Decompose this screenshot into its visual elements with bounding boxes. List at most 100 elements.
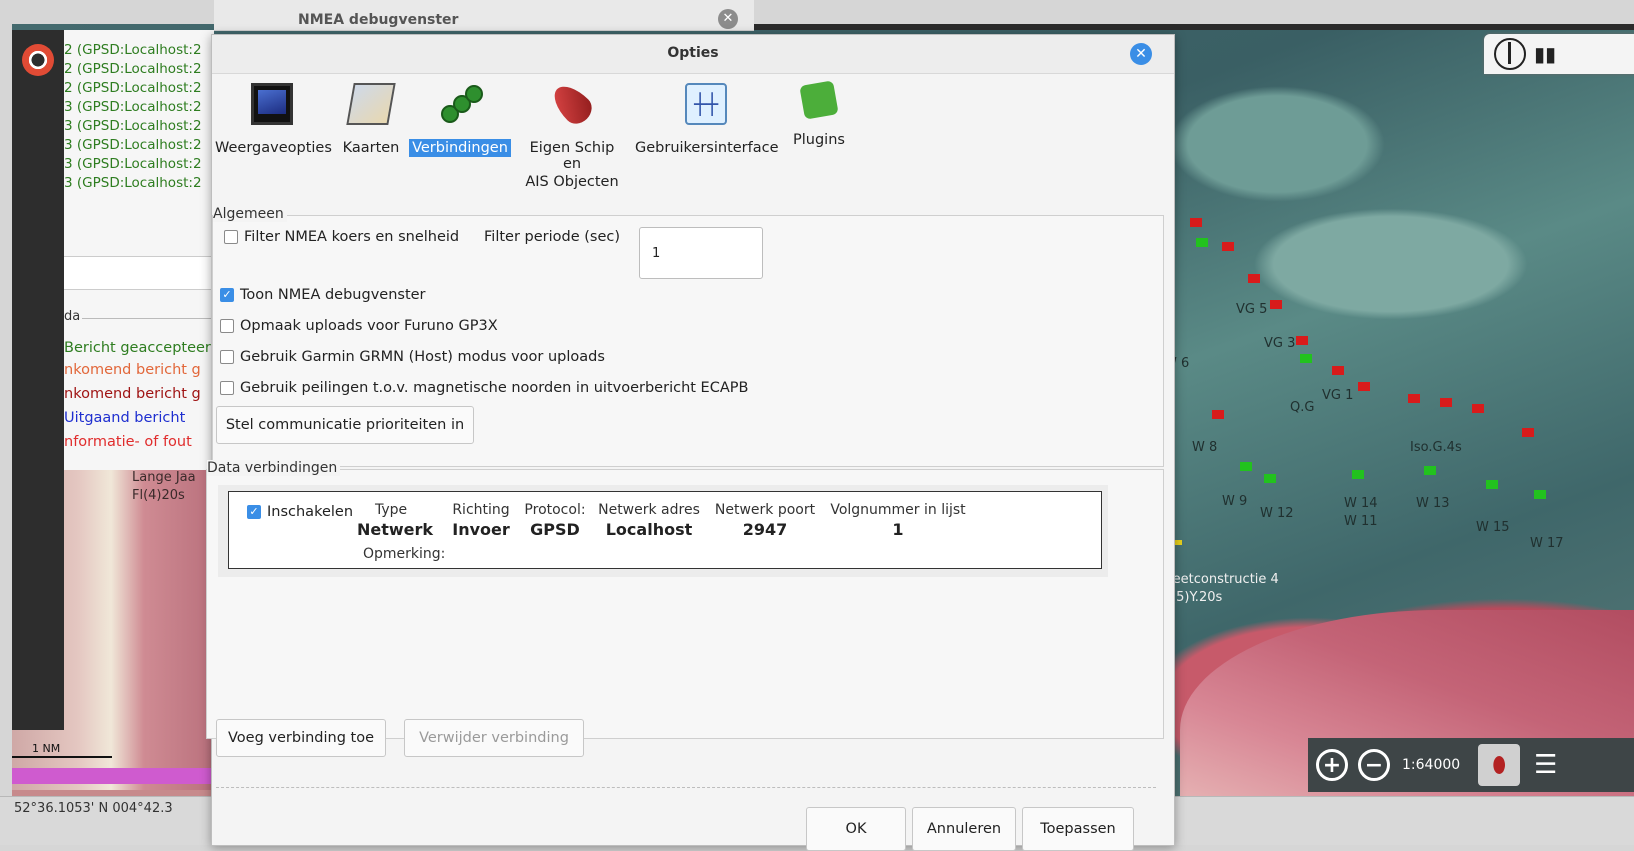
red-buoy[interactable] xyxy=(1522,428,1534,437)
red-buoy[interactable] xyxy=(1212,410,1224,419)
zoom-in-icon[interactable]: + xyxy=(1316,749,1348,781)
chart-top-strip xyxy=(740,24,1634,30)
column-value: 1 xyxy=(892,520,904,539)
column-header: Netwerk poort xyxy=(714,502,816,518)
column-value: 2947 xyxy=(742,520,788,539)
red-buoy[interactable] xyxy=(1472,404,1484,413)
tab-weergaveopties[interactable]: Weergaveopties xyxy=(212,83,332,157)
add-connection-button[interactable]: Voeg verbinding toe xyxy=(216,719,386,757)
chart-label: Lange Jaa xyxy=(132,470,196,485)
legend-item: nkomend bericht g xyxy=(64,386,201,402)
filter-period-text: Filter periode (sec) xyxy=(484,229,621,245)
column-header: Volgnummer in lijst xyxy=(830,502,966,518)
legend-item: nformatie- of fout xyxy=(64,434,192,450)
tab-plugins[interactable]: Plugins xyxy=(784,80,854,149)
chart-label: Iso.G.4s xyxy=(1410,440,1462,455)
sliders-icon: ┼┼ xyxy=(685,83,727,125)
dialog-title: Opties xyxy=(667,45,719,61)
green-buoy[interactable] xyxy=(1424,466,1436,475)
checkbox-box[interactable] xyxy=(224,230,238,244)
menu-icon[interactable]: ☰ xyxy=(1534,750,1557,780)
tab-gebruikersinterface[interactable]: ┼┼ Gebruikersinterface xyxy=(632,83,780,157)
dialog-separator xyxy=(216,787,1156,788)
debug-line: 2 (GPSD:Localhost:2 xyxy=(64,61,202,77)
ok-button[interactable]: OK xyxy=(806,807,906,851)
checkbox-label: Inschakelen xyxy=(267,504,354,520)
column-header: Netwerk adres xyxy=(598,502,700,518)
column-value: Invoer xyxy=(452,520,510,539)
green-buoy[interactable] xyxy=(1534,490,1546,499)
remove-connection-button[interactable]: Verwijder verbinding xyxy=(404,719,584,757)
column-address: Netwerk adres Localhost xyxy=(593,502,705,539)
legend-item: nkomend bericht g xyxy=(64,362,201,378)
red-buoy[interactable] xyxy=(1408,394,1420,403)
chart-map-icon xyxy=(346,83,396,125)
red-buoy[interactable] xyxy=(1332,366,1344,375)
tab-kaarten[interactable]: Kaarten xyxy=(336,83,406,157)
compass-icon[interactable] xyxy=(1494,38,1526,70)
red-buoy[interactable] xyxy=(1270,300,1282,309)
show-nmea-debug-checkbox[interactable]: ✓ Toon NMEA debugvenster xyxy=(220,287,426,303)
filter-period-input[interactable]: 1 xyxy=(639,227,763,279)
signal-bars-icon[interactable]: ▮▮ xyxy=(1534,42,1556,66)
green-buoy[interactable] xyxy=(1300,354,1312,363)
tab-eigen-schip[interactable]: Eigen Schip en AIS Objecten xyxy=(516,78,628,191)
chart-label: W 8 xyxy=(1192,440,1218,455)
green-buoy[interactable] xyxy=(1240,462,1252,471)
cancel-button[interactable]: Annuleren xyxy=(912,807,1016,851)
chart-label: meetconstructie 4 xyxy=(1160,572,1279,587)
zoom-toolbar: + − 1:64000 ⬮ ☰ xyxy=(1308,738,1634,792)
chart-label: VG 5 xyxy=(1236,302,1268,317)
debug-legend: da xyxy=(64,309,214,324)
red-buoy[interactable] xyxy=(1440,398,1452,407)
red-buoy[interactable] xyxy=(1296,336,1308,345)
priority-button[interactable]: Stel communicatie prioriteiten in xyxy=(216,406,474,444)
enable-connection-checkbox[interactable]: ✓ Inschakelen xyxy=(247,504,353,520)
debug-input-box[interactable] xyxy=(64,256,214,290)
chart-label: W 17 xyxy=(1530,536,1564,551)
connections-icon xyxy=(439,83,483,125)
checkbox-box[interactable] xyxy=(220,319,234,333)
debug-line: 2 (GPSD:Localhost:2 xyxy=(64,80,202,96)
column-direction: Richting Invoer xyxy=(449,502,513,539)
magnetic-bearing-checkbox[interactable]: Gebruik peilingen t.o.v. magnetische noo… xyxy=(220,380,748,396)
green-buoy[interactable] xyxy=(1486,480,1498,489)
filter-nmea-checkbox[interactable]: Filter NMEA koers en snelheid xyxy=(224,229,459,245)
dialog-close-icon[interactable]: ✕ xyxy=(1130,43,1152,65)
red-buoy[interactable] xyxy=(1222,242,1234,251)
column-sequence: Volgnummer in lijst 1 xyxy=(825,502,971,539)
zoom-out-icon[interactable]: − xyxy=(1358,749,1390,781)
debug-window xyxy=(64,30,214,470)
debug-window-title: NMEA debugvenster xyxy=(298,12,459,28)
connection-row[interactable]: ✓ Inschakelen Type Netwerk Richting Invo… xyxy=(228,491,1102,569)
filter-period-label: Filter periode (sec) xyxy=(484,229,620,245)
furuno-checkbox[interactable]: Opmaak uploads voor Furuno GP3X xyxy=(220,318,498,334)
checkbox-box[interactable] xyxy=(220,381,234,395)
ship-follow-icon[interactable]: ⬮ xyxy=(1478,744,1521,786)
debug-window-titlebar[interactable] xyxy=(214,0,754,31)
green-buoy[interactable] xyxy=(1264,474,1276,483)
mob-lifering-icon[interactable] xyxy=(22,44,54,76)
dialog-titlebar[interactable]: Opties ✕ xyxy=(212,35,1174,74)
checkbox-box[interactable] xyxy=(220,350,234,364)
debug-line: 2 (GPSD:Localhost:2 xyxy=(64,42,202,58)
chart-label: Fl(4)20s xyxy=(132,488,185,503)
checkbox-box[interactable]: ✓ xyxy=(220,288,234,302)
chart-label: VG 3 xyxy=(1264,336,1296,351)
checkbox-label: Filter NMEA koers en snelheid xyxy=(244,229,460,245)
red-buoy[interactable] xyxy=(1358,382,1370,391)
tab-verbindingen[interactable]: Verbindingen xyxy=(408,83,512,157)
column-type: Type Netwerk xyxy=(357,502,433,539)
tab-label: Plugins xyxy=(793,132,845,148)
green-buoy[interactable] xyxy=(1196,238,1208,247)
chart-toolbar: ▮▮ xyxy=(1484,34,1634,74)
green-buoy[interactable] xyxy=(1352,470,1364,479)
garmin-checkbox[interactable]: Gebruik Garmin GRMN (Host) modus voor up… xyxy=(220,349,605,365)
checkbox-label: Toon NMEA debugvenster xyxy=(240,287,426,303)
debug-close-icon[interactable]: ✕ xyxy=(718,9,738,29)
chart-label: W 13 xyxy=(1416,496,1450,511)
red-buoy[interactable] xyxy=(1190,218,1202,227)
checkbox-box[interactable]: ✓ xyxy=(247,505,261,519)
red-buoy[interactable] xyxy=(1248,274,1260,283)
apply-button[interactable]: Toepassen xyxy=(1022,807,1134,851)
